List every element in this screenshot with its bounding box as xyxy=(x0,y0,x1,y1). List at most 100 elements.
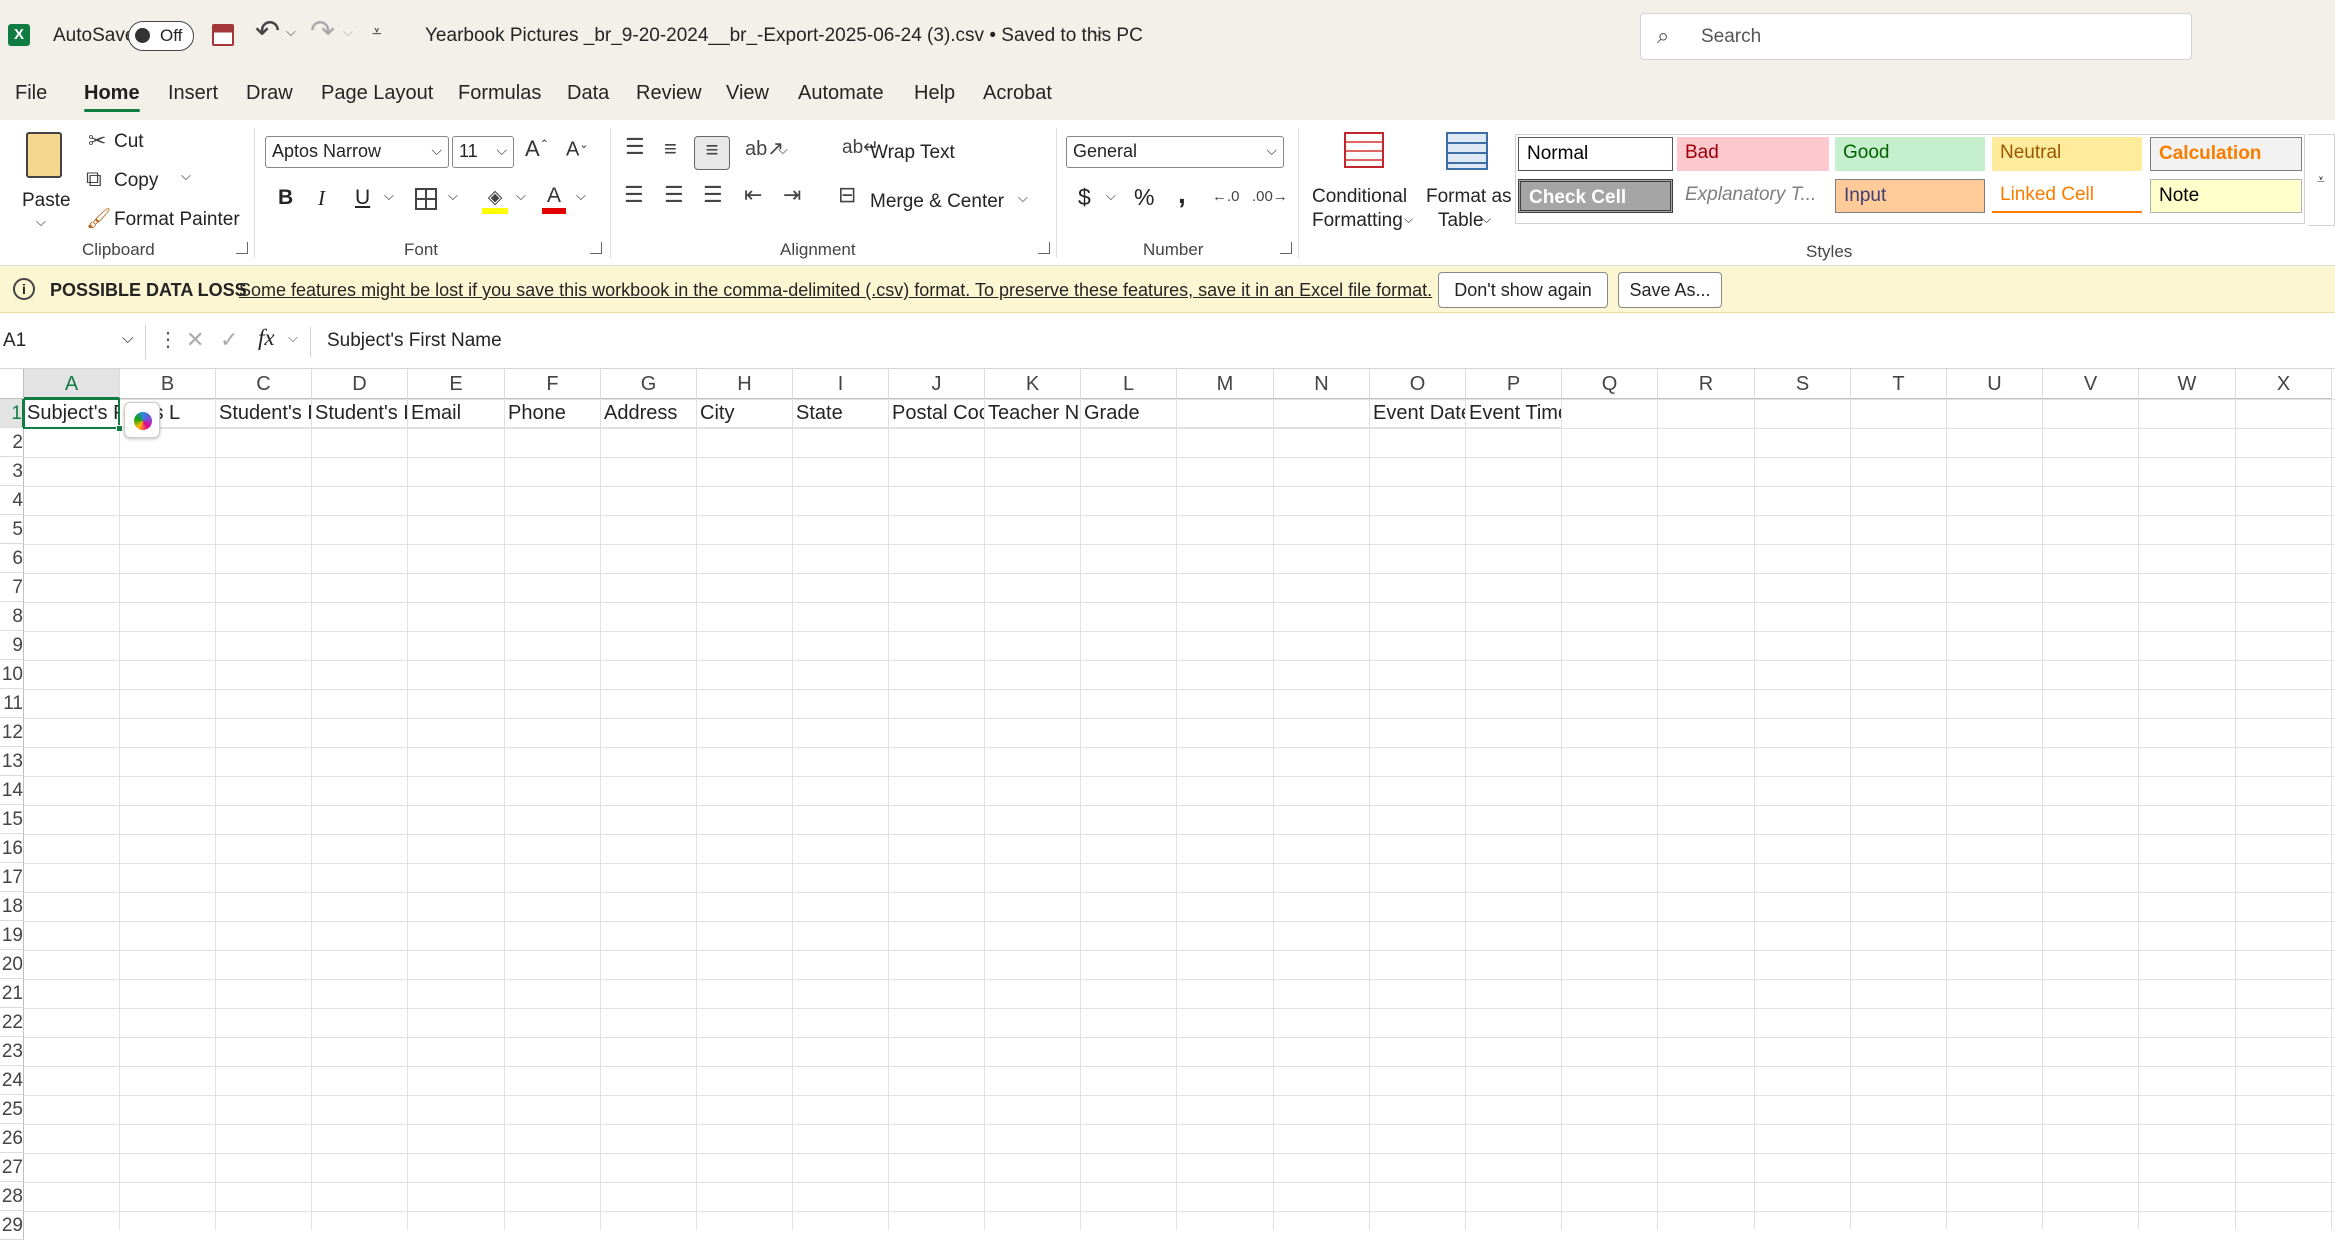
row-header-10[interactable]: 10 xyxy=(0,660,24,689)
column-header-h[interactable]: H xyxy=(697,369,793,399)
style-explanatory[interactable]: Explanatory T... xyxy=(1677,179,1829,213)
format-as-table-button[interactable]: Format as Table ⌵ xyxy=(1424,130,1512,250)
increase-font-icon[interactable]: A⌃ xyxy=(525,136,549,162)
cell-j1[interactable]: Postal Coc xyxy=(889,399,985,428)
spreadsheet-grid[interactable]: ABCDEFGHIJKLMNOPQRSTUVWX 1 2 3 4 5 6 7 8 9 10 11 12… xyxy=(0,369,2335,1240)
style-calculation[interactable]: Calculation xyxy=(2150,137,2302,171)
row-header-9[interactable]: 9 xyxy=(0,631,24,660)
paste-button[interactable]: Paste ⌵ xyxy=(18,128,71,238)
column-header-e[interactable]: E xyxy=(408,369,505,399)
fill-color-dropdown-icon[interactable]: ⌵ xyxy=(516,188,526,204)
align-center-icon[interactable]: ☰ xyxy=(664,182,684,208)
tab-data[interactable]: Data xyxy=(567,82,609,105)
style-linked-cell[interactable]: Linked Cell xyxy=(1992,179,2142,213)
column-header-c[interactable]: C xyxy=(216,369,312,399)
style-normal[interactable]: Normal xyxy=(1518,137,1673,171)
dont-show-again-button[interactable]: Don't show again xyxy=(1438,272,1608,308)
column-header-b[interactable]: B xyxy=(120,369,216,399)
search-box[interactable]: ⌕ Search xyxy=(1640,13,2192,60)
italic-button[interactable]: I xyxy=(318,186,325,211)
tab-automate[interactable]: Automate xyxy=(798,82,884,105)
currency-dropdown-icon[interactable]: ⌵ xyxy=(1106,188,1116,204)
cell-k1[interactable]: Teacher N xyxy=(985,399,1081,428)
decrease-decimal-icon[interactable]: .00→ xyxy=(1252,188,1288,205)
file-title[interactable]: Yearbook Pictures _br_9-20-2024__br_-Exp… xyxy=(425,25,1143,47)
column-header-v[interactable]: V xyxy=(2043,369,2139,399)
row-header-18[interactable]: 18 xyxy=(0,892,24,921)
row-header-20[interactable]: 20 xyxy=(0,950,24,979)
currency-button[interactable]: $ xyxy=(1078,184,1091,211)
row-header-13[interactable]: 13 xyxy=(0,747,24,776)
cell-p1[interactable]: Event Time xyxy=(1466,399,1562,428)
row-header-25[interactable]: 25 xyxy=(0,1095,24,1124)
style-good[interactable]: Good xyxy=(1835,137,1985,171)
merge-center-button[interactable]: Merge & Center xyxy=(870,191,1004,213)
font-launcher-icon[interactable] xyxy=(590,242,602,254)
cell-c1[interactable]: Student's F xyxy=(216,399,312,428)
number-launcher-icon[interactable] xyxy=(1280,242,1292,254)
data-loss-message[interactable]: Some features might be lost if you save … xyxy=(239,280,1432,301)
column-header-m[interactable]: M xyxy=(1177,369,1274,399)
style-neutral[interactable]: Neutral xyxy=(1992,137,2142,171)
borders-dropdown-icon[interactable]: ⌵ xyxy=(448,188,458,204)
style-check-cell[interactable]: Check Cell xyxy=(1518,179,1673,213)
tab-help[interactable]: Help xyxy=(914,82,955,105)
row-header-5[interactable]: 5 xyxy=(0,515,24,544)
save-icon[interactable] xyxy=(212,24,234,46)
style-bad[interactable]: Bad xyxy=(1677,137,1829,171)
column-header-r[interactable]: R xyxy=(1658,369,1755,399)
column-header-a[interactable]: A xyxy=(24,369,120,399)
undo-icon[interactable]: ↶ xyxy=(255,14,280,49)
percent-button[interactable]: % xyxy=(1134,184,1154,211)
cell-l1[interactable]: Grade xyxy=(1081,399,1177,428)
tab-acrobat[interactable]: Acrobat xyxy=(983,82,1052,105)
cell-e1[interactable]: Email xyxy=(408,399,505,428)
column-header-t[interactable]: T xyxy=(1851,369,1947,399)
cell-i1[interactable]: State xyxy=(793,399,889,428)
format-painter-button[interactable]: Format Painter xyxy=(114,209,240,231)
function-dropdown-icon[interactable]: ⌵ xyxy=(288,330,298,346)
align-middle-icon[interactable]: ≡ xyxy=(664,136,677,162)
formula-input[interactable]: Subject's First Name xyxy=(327,330,502,352)
row-header-3[interactable]: 3 xyxy=(0,457,24,486)
row-header-1[interactable]: 1 xyxy=(0,399,24,428)
row-header-15[interactable]: 15 xyxy=(0,805,24,834)
column-header-d[interactable]: D xyxy=(312,369,408,399)
copy-button[interactable]: Copy xyxy=(114,170,158,192)
customize-qat-icon[interactable]: ⩡ xyxy=(372,22,382,42)
font-name-select[interactable]: Aptos Narrow ⌵ xyxy=(265,136,449,168)
tab-home[interactable]: Home xyxy=(84,82,140,105)
bold-button[interactable]: B xyxy=(278,186,293,210)
row-header-19[interactable]: 19 xyxy=(0,921,24,950)
row-header-6[interactable]: 6 xyxy=(0,544,24,573)
underline-button[interactable]: U xyxy=(355,186,370,210)
name-box[interactable]: A1 ⌵ xyxy=(0,325,146,359)
cell-o1[interactable]: Event Date xyxy=(1370,399,1466,428)
tab-insert[interactable]: Insert xyxy=(168,82,218,105)
column-header-s[interactable]: S xyxy=(1755,369,1851,399)
font-color-icon[interactable]: A xyxy=(542,184,566,214)
alignment-launcher-icon[interactable] xyxy=(1038,242,1050,254)
row-header-8[interactable]: 8 xyxy=(0,602,24,631)
cell-d1[interactable]: Student's L xyxy=(312,399,408,428)
styles-more-button[interactable]: ⩡ xyxy=(2308,134,2335,226)
cell-h1[interactable]: City xyxy=(697,399,793,428)
more-options-icon[interactable]: ⋮ xyxy=(158,327,178,352)
number-format-select[interactable]: General ⌵ xyxy=(1066,136,1284,168)
cell-m1[interactable] xyxy=(1177,399,1274,428)
font-color-dropdown-icon[interactable]: ⌵ xyxy=(576,188,586,204)
column-header-o[interactable]: O xyxy=(1370,369,1466,399)
align-top-icon[interactable]: ☰ xyxy=(625,134,645,160)
cell-f1[interactable]: Phone xyxy=(505,399,601,428)
fill-color-icon[interactable]: ◈ xyxy=(482,186,508,214)
decrease-font-icon[interactable]: A⌄ xyxy=(566,138,589,162)
row-header-29[interactable]: 29 xyxy=(0,1211,24,1240)
column-header-g[interactable]: G xyxy=(601,369,697,399)
row-header-28[interactable]: 28 xyxy=(0,1182,24,1211)
font-size-select[interactable]: 11 ⌵ xyxy=(452,136,514,168)
merge-dropdown-icon[interactable]: ⌵ xyxy=(1018,190,1028,206)
row-header-12[interactable]: 12 xyxy=(0,718,24,747)
row-header-14[interactable]: 14 xyxy=(0,776,24,805)
selected-cell-a1[interactable] xyxy=(23,398,120,429)
increase-decimal-icon[interactable]: ←.0 xyxy=(1212,188,1240,205)
